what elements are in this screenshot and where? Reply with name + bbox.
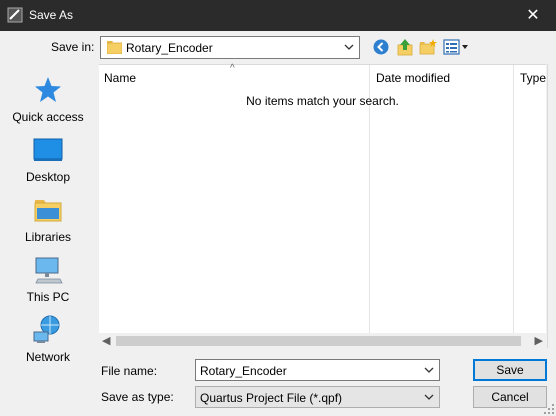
save-in-value: Rotary_Encoder: [126, 41, 213, 55]
file-name-value[interactable]: Rotary_Encoder: [200, 364, 287, 378]
place-label: Desktop: [25, 170, 71, 184]
save-as-type-label: Save as type:: [101, 390, 174, 404]
horizontal-scrollbar[interactable]: ◀ ▶: [99, 333, 546, 349]
save-as-type-value: Quartus Project File (*.qpf): [200, 391, 343, 405]
app-icon: [7, 7, 23, 23]
new-folder-icon[interactable]: [419, 38, 437, 56]
folder-icon: [107, 41, 122, 54]
back-icon[interactable]: [372, 38, 390, 56]
chevron-down-icon[interactable]: [422, 390, 436, 404]
place-network[interactable]: Network: [2, 314, 94, 372]
view-menu-icon[interactable]: [443, 38, 469, 56]
title-bar[interactable]: Save As ✕: [0, 0, 556, 31]
list-pane-edge: [547, 64, 556, 348]
place-libraries[interactable]: Libraries: [2, 194, 94, 252]
computer-icon: [35, 257, 63, 284]
save-in-combobox[interactable]: Rotary_Encoder: [100, 36, 360, 59]
cancel-button[interactable]: Cancel: [473, 386, 547, 408]
place-label: Network: [25, 350, 70, 364]
place-quick-access[interactable]: Quick access: [2, 74, 94, 132]
desktop-icon: [33, 138, 63, 161]
network-icon: [33, 315, 60, 343]
scroll-left-icon[interactable]: ◀: [102, 334, 110, 347]
place-label: Libraries: [24, 230, 72, 244]
close-button[interactable]: ✕: [510, 0, 556, 31]
resize-grip-icon[interactable]: [544, 404, 554, 414]
empty-list-message: No items match your search.: [246, 94, 399, 108]
chevron-down-icon[interactable]: [342, 40, 356, 54]
place-label: This PC: [26, 290, 70, 304]
star-icon: [35, 77, 61, 102]
places-bar: Quick access Desktop Libraries This PC N…: [2, 64, 94, 384]
sort-ascending-icon: ^: [230, 63, 235, 74]
column-header-date-modified[interactable]: Date modified: [376, 71, 450, 85]
file-name-field[interactable]: Rotary_Encoder: [195, 359, 440, 381]
close-icon: ✕: [526, 7, 540, 24]
list-header: ^ Name Date modified Type: [99, 63, 546, 90]
chevron-down-icon[interactable]: [422, 363, 436, 377]
window-title: Save As: [29, 8, 74, 22]
place-this-pc[interactable]: This PC: [2, 254, 94, 312]
scroll-thumb[interactable]: [116, 336, 521, 346]
save-as-type-select[interactable]: Quartus Project File (*.qpf): [195, 386, 440, 408]
save-in-label: Save in:: [51, 40, 95, 54]
save-as-dialog: Save As ✕ Save in: Rotary_Encoder Quick …: [0, 0, 556, 416]
scroll-right-icon[interactable]: ▶: [535, 334, 543, 347]
save-button[interactable]: Save: [473, 359, 547, 381]
file-name-label: File name:: [101, 364, 158, 378]
column-header-type[interactable]: Type: [520, 71, 546, 85]
place-desktop[interactable]: Desktop: [2, 134, 94, 192]
column-header-name[interactable]: Name: [104, 71, 136, 85]
file-list[interactable]: ^ Name Date modified Type No items match…: [99, 63, 546, 349]
up-folder-icon[interactable]: [396, 38, 414, 56]
libraries-icon: [34, 200, 62, 222]
place-label: Quick access: [12, 110, 84, 124]
